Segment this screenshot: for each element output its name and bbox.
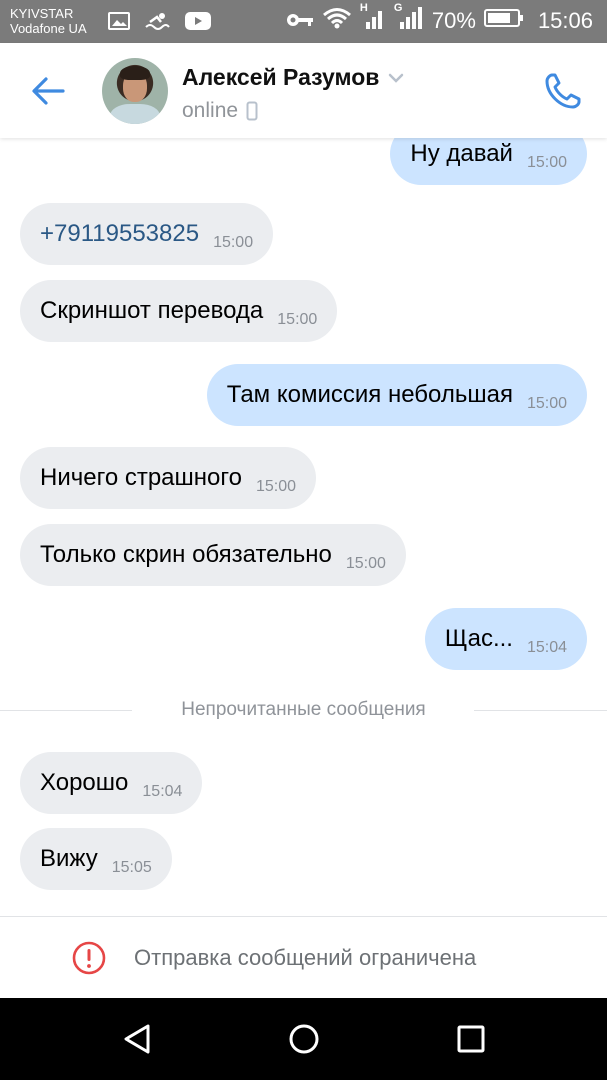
arrow-left-icon bbox=[32, 77, 65, 105]
key-icon bbox=[286, 8, 314, 34]
call-button[interactable] bbox=[541, 69, 585, 113]
nav-back-button[interactable] bbox=[116, 1018, 158, 1060]
message-time: 15:00 bbox=[526, 154, 567, 171]
unread-divider-label: Непрочитанные сообщения bbox=[181, 699, 426, 720]
message-list[interactable]: Ну давай 15:00 +79119553825 15:00 Скринш… bbox=[0, 138, 607, 916]
message-bubble-outgoing[interactable]: Там комиссия небольшая 15:00 bbox=[206, 364, 587, 426]
message-time: 15:00 bbox=[213, 234, 254, 251]
contact-name: Алексей Разумов bbox=[182, 64, 380, 90]
messaging-restricted-notice: Отправка сообщений ограничена bbox=[0, 916, 607, 998]
message-text: Только скрин обязательно bbox=[40, 541, 332, 568]
gallery-icon bbox=[108, 11, 130, 31]
phone-number-link[interactable]: +79119553825 bbox=[40, 220, 199, 248]
carrier-info: KYIVSTAR Vodafone UA bbox=[10, 6, 87, 36]
phone-icon bbox=[545, 73, 581, 109]
status-bar: KYIVSTAR Vodafone UA H G 70% 15:06 bbox=[0, 0, 607, 43]
message-text: Скриншот перевода bbox=[40, 297, 264, 324]
youtube-icon bbox=[184, 11, 212, 31]
mobile-device-icon bbox=[246, 101, 258, 121]
message-time: 15:00 bbox=[526, 395, 567, 412]
message-bubble-incoming[interactable]: Хорошо 15:04 bbox=[20, 752, 203, 814]
message-text: Ну давай bbox=[410, 140, 513, 167]
chevron-down-icon bbox=[389, 73, 404, 83]
message-time: 15:00 bbox=[345, 555, 386, 572]
battery-percent: 70% bbox=[431, 8, 476, 33]
wifi-icon bbox=[322, 7, 352, 35]
message-bubble-incoming[interactable]: Вижу 15:05 bbox=[20, 828, 172, 890]
swimmer-icon bbox=[144, 11, 170, 31]
message-time: 15:00 bbox=[255, 478, 296, 495]
nav-recents-button[interactable] bbox=[450, 1018, 492, 1060]
message-time: 15:04 bbox=[142, 783, 183, 800]
carrier-1: KYIVSTAR bbox=[10, 6, 74, 21]
battery-icon bbox=[483, 8, 524, 34]
chat-header: Алексей Разумов online bbox=[0, 43, 607, 138]
signal-2-label: G bbox=[393, 2, 403, 14]
message-text: Вижу bbox=[40, 845, 98, 872]
clock: 15:06 bbox=[537, 8, 593, 33]
presence-text: online bbox=[182, 99, 239, 122]
message-bubble-incoming[interactable]: Ничего страшного 15:00 bbox=[20, 447, 316, 509]
nav-home-button[interactable] bbox=[283, 1018, 325, 1060]
message-text: Там комиссия небольшая bbox=[226, 381, 513, 408]
message-time: 15:05 bbox=[111, 859, 152, 876]
back-button[interactable] bbox=[28, 71, 68, 111]
avatar[interactable] bbox=[102, 58, 168, 124]
message-bubble-incoming[interactable]: Скриншот перевода 15:00 bbox=[20, 280, 338, 342]
contact-name-row[interactable]: Алексей Разумов bbox=[182, 64, 405, 91]
carrier-2: Vodafone UA bbox=[10, 21, 87, 36]
message-time: 15:04 bbox=[526, 639, 567, 656]
triangle-back-icon bbox=[124, 1024, 150, 1054]
signal-1-label: H bbox=[359, 2, 368, 14]
system-nav-bar bbox=[0, 998, 607, 1080]
exclamation-circle-icon bbox=[72, 941, 106, 975]
message-bubble-incoming[interactable]: Только скрин обязательно 15:00 bbox=[20, 524, 406, 586]
message-text: Хорошо bbox=[40, 769, 129, 796]
message-bubble-incoming[interactable]: +79119553825 15:00 bbox=[20, 203, 274, 265]
circle-home-icon bbox=[289, 1024, 319, 1054]
message-text: Ничего страшного bbox=[40, 464, 242, 491]
square-recents-icon bbox=[457, 1025, 485, 1053]
message-bubble-outgoing[interactable]: Щас... 15:04 bbox=[424, 608, 587, 670]
signal-1-icon: H bbox=[360, 2, 386, 36]
message-bubble-outgoing[interactable]: Ну давай 15:00 bbox=[390, 138, 587, 185]
unread-divider: Непрочитанные сообщения bbox=[0, 695, 607, 725]
message-time: 15:00 bbox=[277, 311, 318, 328]
notice-text: Отправка сообщений ограничена bbox=[134, 945, 477, 970]
signal-2-icon: G bbox=[394, 2, 424, 36]
presence-status: online bbox=[182, 99, 258, 123]
message-text: Щас... bbox=[444, 625, 513, 652]
